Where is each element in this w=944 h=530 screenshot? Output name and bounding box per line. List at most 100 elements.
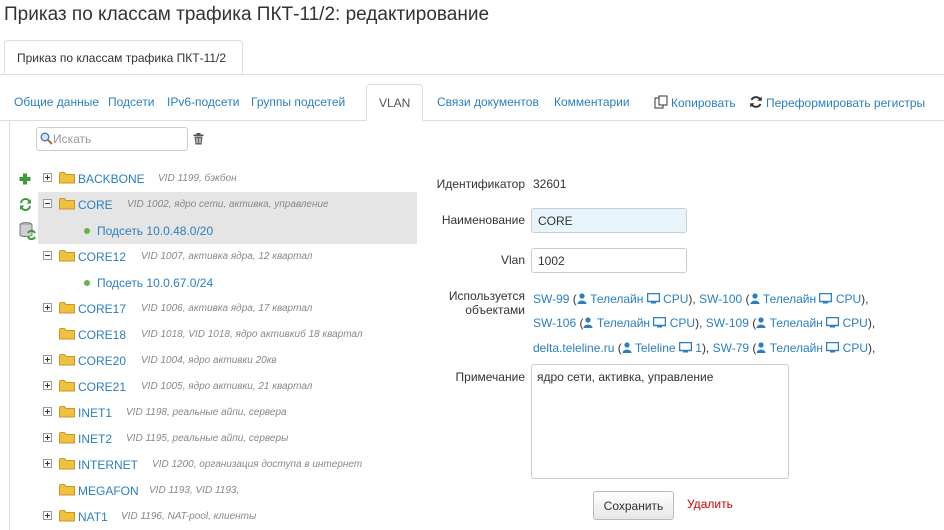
tree-node[interactable]: BACKBONE VID 1199, бэкбон xyxy=(38,166,417,192)
tree-node[interactable]: CORE12 VID 1007, активка ядра, 12 кварта… xyxy=(38,244,417,270)
tree-node[interactable]: NAT1 VID 1196, NAT-pool, клиенты xyxy=(38,504,417,530)
tree-node[interactable]: INET2 VID 1195, реальные айпи, серверы xyxy=(38,426,417,452)
port-link[interactable]: CPU xyxy=(663,292,688,306)
tab-doc-links[interactable]: Связи документов xyxy=(437,95,539,109)
device-link[interactable]: SW-106 xyxy=(533,316,576,330)
node-desc: VID 1006, активка ядра, 17 квартал xyxy=(141,303,313,314)
port-link[interactable]: CPU xyxy=(836,292,861,306)
copy-button[interactable]: Копировать xyxy=(654,95,736,110)
add-icon[interactable] xyxy=(19,173,31,185)
node-desc: VID 1195, реальные айпи, серверы xyxy=(126,433,289,444)
search-box xyxy=(36,127,188,151)
owner-link[interactable]: Телелайн xyxy=(597,316,650,330)
tab-subnets[interactable]: Подсети xyxy=(108,95,155,109)
port-link[interactable]: CPU xyxy=(670,316,695,330)
search-icon xyxy=(40,132,53,145)
monitor-icon xyxy=(646,292,660,304)
sync-icon[interactable] xyxy=(19,198,32,211)
vlan-input[interactable] xyxy=(531,248,687,273)
tab-subnet-groups[interactable]: Группы подсетей xyxy=(251,95,345,109)
device-link[interactable]: SW-109 xyxy=(706,316,749,330)
device-link[interactable]: SW-100 xyxy=(699,292,742,306)
trash-icon[interactable] xyxy=(193,133,204,145)
expand-icon[interactable] xyxy=(43,433,52,442)
tree-node[interactable]: INTERNET VID 1200, организация доступа в… xyxy=(38,452,417,478)
monitor-icon xyxy=(653,316,667,328)
expand-icon[interactable] xyxy=(43,173,52,182)
folder-icon xyxy=(59,354,75,366)
device-link[interactable]: SW-79 xyxy=(713,341,749,355)
port-link[interactable]: CPU xyxy=(843,341,868,355)
tab-vlan[interactable]: VLAN xyxy=(366,84,423,121)
tab-comments[interactable]: Комментарии xyxy=(554,95,630,109)
monitor-icon xyxy=(825,316,840,328)
used-label-2: объектами xyxy=(465,303,525,317)
used-by-line: delta.teleline.ru ( Teleline 1), SW-79 (… xyxy=(533,341,876,355)
node-name[interactable]: MEGAFON xyxy=(78,484,139,498)
vlan-label: Vlan xyxy=(500,253,525,267)
owner-link[interactable]: Teleline xyxy=(635,341,676,355)
subnet-link[interactable]: Подсеть 10.0.67.0/24 xyxy=(97,276,213,290)
node-name[interactable]: CORE xyxy=(78,198,113,212)
tree-subnode[interactable]: Подсеть 10.0.67.0/24 xyxy=(38,270,417,296)
tree-node[interactable]: CORE21 VID 1005, ядро активки, 21 кварта… xyxy=(38,374,417,400)
node-name[interactable]: CORE20 xyxy=(78,354,126,368)
node-desc: VID 1004, ядро активки 20кв xyxy=(141,355,277,366)
tree-node[interactable]: INET1 VID 1198, реальные айпи, сервера xyxy=(38,400,417,426)
node-desc: VID 1005, ядро активки, 21 квартал xyxy=(141,381,313,392)
name-input[interactable] xyxy=(531,208,687,233)
node-name[interactable]: CORE21 xyxy=(78,380,126,394)
copy-label: Копировать xyxy=(671,96,736,110)
page-title: Приказ по классам трафика ПКТ-11/2: реда… xyxy=(4,4,490,25)
node-name[interactable]: BACKBONE xyxy=(78,172,145,186)
collapse-icon[interactable] xyxy=(43,251,52,260)
tree-subnode[interactable]: Подсеть 10.0.48.0/20 xyxy=(38,218,417,244)
device-link[interactable]: delta.teleline.ru xyxy=(533,341,614,355)
reform-registers-button[interactable]: Переформировать регистры xyxy=(749,95,925,110)
inner-tabbar: Общие данные Подсети IPv6-подсети Группы… xyxy=(0,84,944,121)
expand-icon[interactable] xyxy=(43,407,52,416)
node-name[interactable]: CORE18 xyxy=(78,328,126,342)
node-name[interactable]: INTERNET xyxy=(78,458,138,472)
owner-link[interactable]: Телелайн xyxy=(590,292,643,306)
folder-icon xyxy=(59,250,75,262)
port-link[interactable]: 1 xyxy=(695,341,702,355)
expand-icon[interactable] xyxy=(43,355,52,364)
node-desc: VID 1200, организация доступа в интернет xyxy=(152,459,363,470)
outer-tab[interactable]: Приказ по классам трафика ПКТ-11/2 xyxy=(4,40,243,74)
note-textarea[interactable]: ядро сети, активка, управление xyxy=(531,364,789,479)
tree-node[interactable]: CORE18 VID 1018, VID 1018, ядро активкиб… xyxy=(38,322,417,348)
tab-general[interactable]: Общие данные xyxy=(14,95,99,109)
owner-link[interactable]: Телелайн xyxy=(770,316,823,330)
expand-icon[interactable] xyxy=(43,303,52,312)
expand-icon[interactable] xyxy=(43,459,52,468)
node-name[interactable]: INET2 xyxy=(78,432,112,446)
node-name[interactable]: NAT1 xyxy=(78,510,108,524)
tree-node[interactable]: CORE17 VID 1006, активка ядра, 17 кварта… xyxy=(38,296,417,322)
expand-icon[interactable] xyxy=(43,381,52,390)
folder-icon xyxy=(59,458,75,470)
database-refresh-icon[interactable] xyxy=(19,222,36,240)
folder-icon xyxy=(59,484,75,496)
node-name[interactable]: CORE17 xyxy=(78,302,126,316)
device-link[interactable]: SW-99 xyxy=(533,292,569,306)
node-desc: VID 1193, VID 1193, xyxy=(149,485,240,496)
tree-node[interactable]: MEGAFON VID 1193, VID 1193, xyxy=(38,478,417,504)
tab-ipv6-subnets[interactable]: IPv6-подсети xyxy=(167,95,239,109)
reform-label: Переформировать регистры xyxy=(766,96,926,110)
node-name[interactable]: CORE12 xyxy=(78,250,126,264)
outer-tabbar: Приказ по классам трафика ПКТ-11/2 xyxy=(0,40,944,75)
tree-node-selected[interactable]: CORE VID 1002, ядро сети, активка, управ… xyxy=(38,192,417,218)
tree-node[interactable]: CORE20 VID 1004, ядро активки 20кв xyxy=(38,348,417,374)
node-desc: VID 1007, активка ядра, 12 квартал xyxy=(141,251,313,262)
subnet-link[interactable]: Подсеть 10.0.48.0/20 xyxy=(97,224,213,238)
port-link[interactable]: CPU xyxy=(842,316,867,330)
node-name[interactable]: INET1 xyxy=(78,406,112,420)
owner-link[interactable]: Телелайн xyxy=(770,341,823,355)
expand-icon[interactable] xyxy=(43,511,52,520)
delete-link[interactable]: Удалить xyxy=(687,497,733,511)
collapse-icon[interactable] xyxy=(43,199,52,208)
search-input[interactable] xyxy=(53,130,183,148)
save-button[interactable]: Сохранить xyxy=(593,491,674,520)
owner-link[interactable]: Телелайн xyxy=(763,292,816,306)
